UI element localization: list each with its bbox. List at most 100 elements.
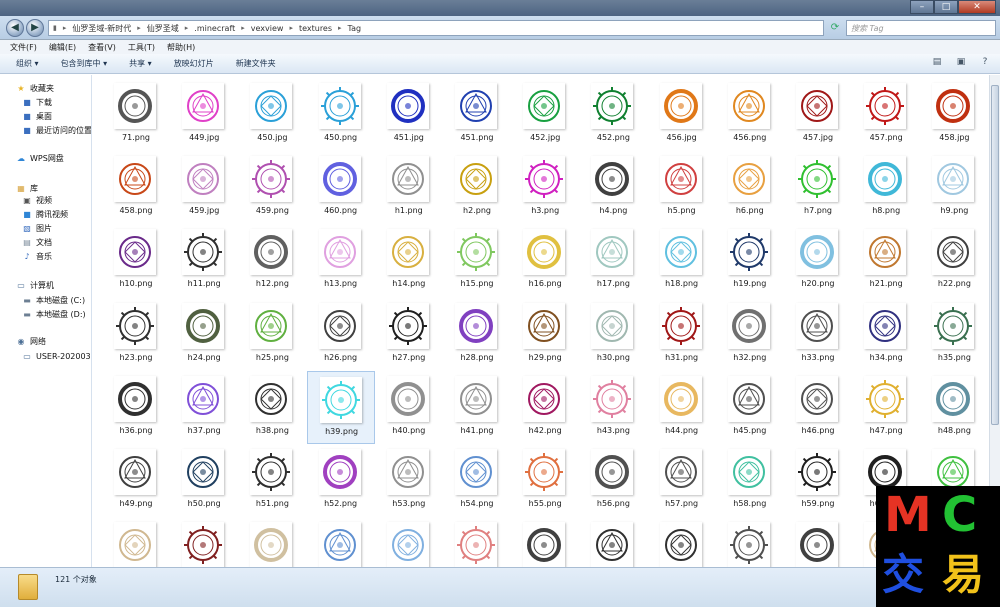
file-item[interactable]: h34.png xyxy=(852,298,920,371)
file-item[interactable]: h40.png xyxy=(375,371,443,444)
breadcrumb-item[interactable]: Tag xyxy=(348,24,362,33)
toolbar-button[interactable]: 新建文件夹 xyxy=(236,58,276,69)
file-item[interactable]: h8.png xyxy=(852,151,920,224)
file-item[interactable]: h6.png xyxy=(716,151,784,224)
breadcrumb-item[interactable]: 仙罗圣域-新时代 xyxy=(72,23,131,34)
file-item[interactable]: h37.png xyxy=(170,371,238,444)
file-item[interactable]: h42.png xyxy=(511,371,579,444)
file-item[interactable]: 459.jpg xyxy=(170,151,238,224)
file-item[interactable]: h27.png xyxy=(375,298,443,371)
file-item[interactable]: h7.png xyxy=(784,151,852,224)
nav-item[interactable]: ★ 收藏夹 xyxy=(16,81,54,95)
file-item[interactable]: h21.png xyxy=(852,224,920,297)
file-item[interactable]: h28.png xyxy=(443,298,511,371)
nav-item[interactable]: ■ 下载 xyxy=(22,95,52,109)
breadcrumb-separator[interactable]: ▸ xyxy=(241,24,245,32)
file-item[interactable]: h33.png xyxy=(784,298,852,371)
scrollbar-thumb[interactable] xyxy=(991,85,999,425)
address-bar[interactable]: ▮ ▸ 仙罗圣域-新时代 ▸ 仙罗圣域 ▸ .minecraft ▸ vexview ▸ text… xyxy=(48,20,824,36)
file-item[interactable] xyxy=(716,517,784,567)
file-item[interactable]: h30.png xyxy=(579,298,647,371)
nav-item[interactable]: ☁ WPS网盘 xyxy=(16,151,64,165)
menu-item[interactable]: 帮助(H) xyxy=(167,42,195,53)
file-item[interactable]: h48.png xyxy=(920,371,988,444)
breadcrumb-separator[interactable]: ▸ xyxy=(63,24,67,32)
file-item[interactable]: h35.png xyxy=(920,298,988,371)
file-item[interactable]: h56.png xyxy=(579,444,647,517)
close-button[interactable]: ✕ xyxy=(958,0,996,14)
menu-item[interactable]: 工具(T) xyxy=(128,42,155,53)
file-item[interactable]: h24.png xyxy=(170,298,238,371)
file-item[interactable]: h55.png xyxy=(511,444,579,517)
file-item[interactable] xyxy=(784,517,852,567)
file-item[interactable]: h43.png xyxy=(579,371,647,444)
nav-item[interactable]: ◉ 网络 xyxy=(16,334,47,348)
file-item[interactable]: h11.png xyxy=(170,224,238,297)
file-item[interactable]: h2.png xyxy=(443,151,511,224)
file-item[interactable]: h9.png xyxy=(920,151,988,224)
breadcrumb-item[interactable]: 仙罗圣域 xyxy=(147,23,179,34)
file-item[interactable]: h51.png xyxy=(238,444,306,517)
file-item[interactable]: 458.jpg xyxy=(920,78,988,151)
file-item[interactable]: h25.png xyxy=(238,298,306,371)
back-button[interactable]: ◀ xyxy=(6,19,24,37)
file-item[interactable]: h49.png xyxy=(102,444,170,517)
maximize-button[interactable]: □ xyxy=(934,0,958,14)
file-item[interactable] xyxy=(238,517,306,567)
file-item[interactable]: 459.png xyxy=(238,151,306,224)
file-item[interactable]: h45.png xyxy=(716,371,784,444)
file-item[interactable]: 451.jpg xyxy=(375,78,443,151)
nav-item[interactable]: ■ 最近访问的位置 xyxy=(22,123,91,137)
nav-item[interactable]: ▤ 文档 xyxy=(22,235,52,249)
nav-item[interactable]: ▭ USER-20200307 xyxy=(22,349,91,363)
nav-item[interactable]: ▬ 本地磁盘 (D:) xyxy=(22,307,85,321)
file-item[interactable]: h26.png xyxy=(307,298,375,371)
breadcrumb-item[interactable]: .minecraft xyxy=(194,24,235,33)
file-item[interactable]: h32.png xyxy=(716,298,784,371)
breadcrumb-separator[interactable]: ▸ xyxy=(289,24,293,32)
file-item[interactable]: h19.png xyxy=(716,224,784,297)
help-icon[interactable]: ? xyxy=(978,57,992,69)
file-item[interactable]: h58.png xyxy=(716,444,784,517)
breadcrumb-separator[interactable]: ▸ xyxy=(137,24,141,32)
menu-item[interactable]: 查看(V) xyxy=(88,42,116,53)
toolbar-button[interactable]: 组织 ▾ xyxy=(16,58,39,69)
file-item[interactable]: h13.png xyxy=(307,224,375,297)
file-item[interactable] xyxy=(511,517,579,567)
toolbar-button[interactable]: 包含到库中 ▾ xyxy=(61,58,108,69)
nav-item[interactable]: ■ 桌面 xyxy=(22,109,52,123)
file-item[interactable] xyxy=(307,517,375,567)
file-item[interactable]: h16.png xyxy=(511,224,579,297)
file-item[interactable]: h1.png xyxy=(375,151,443,224)
breadcrumb-item[interactable]: textures xyxy=(299,24,332,33)
file-item[interactable] xyxy=(443,517,511,567)
nav-item[interactable]: ■ 腾讯视频 xyxy=(22,207,68,221)
toolbar-button[interactable]: 放映幻灯片 xyxy=(174,58,214,69)
file-item[interactable]: 451.png xyxy=(443,78,511,151)
file-item[interactable]: 457.png xyxy=(852,78,920,151)
file-item[interactable]: h3.png xyxy=(511,151,579,224)
file-item[interactable] xyxy=(579,517,647,567)
toolbar-button[interactable]: 共享 ▾ xyxy=(129,58,152,69)
file-item[interactable]: h18.png xyxy=(648,224,716,297)
file-item[interactable]: h46.png xyxy=(784,371,852,444)
menu-item[interactable]: 文件(F) xyxy=(10,42,37,53)
nav-item[interactable]: ▭ 计算机 xyxy=(16,278,54,292)
file-item[interactable]: 456.jpg xyxy=(648,78,716,151)
file-item[interactable]: 450.jpg xyxy=(238,78,306,151)
forward-button[interactable]: ▶ xyxy=(26,19,44,37)
search-input[interactable]: 搜索 Tag xyxy=(846,20,996,36)
minimize-button[interactable]: – xyxy=(910,0,934,14)
file-item[interactable]: h50.png xyxy=(170,444,238,517)
file-item[interactable]: h15.png xyxy=(443,224,511,297)
file-item[interactable]: 452.png xyxy=(579,78,647,151)
file-item[interactable]: h41.png xyxy=(443,371,511,444)
file-item[interactable]: h5.png xyxy=(648,151,716,224)
file-item[interactable]: 458.png xyxy=(102,151,170,224)
file-item[interactable]: h12.png xyxy=(238,224,306,297)
file-item[interactable]: h52.png xyxy=(307,444,375,517)
file-item[interactable] xyxy=(102,517,170,567)
file-item[interactable]: h57.png xyxy=(648,444,716,517)
breadcrumb-item[interactable]: vexview xyxy=(251,24,284,33)
file-item[interactable]: 449.jpg xyxy=(170,78,238,151)
